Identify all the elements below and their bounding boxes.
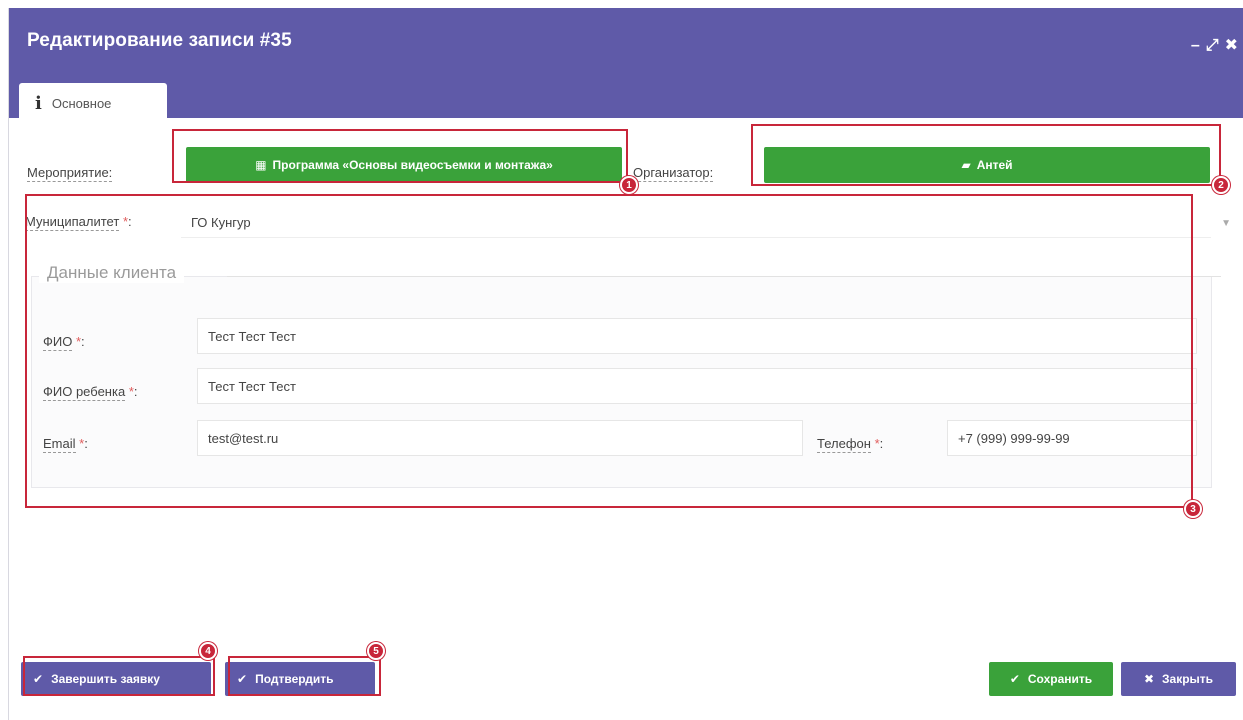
organizer-label-text: Организатор: bbox=[633, 165, 714, 182]
edit-record-window: Редактирование записи #35 – ⤢ ✖ i Основн… bbox=[8, 8, 1243, 720]
minimize-icon[interactable]: – bbox=[1191, 38, 1200, 54]
save-button[interactable]: ✔ Сохранить bbox=[989, 662, 1113, 696]
callout-badge-4: 4 bbox=[199, 642, 217, 660]
callout-badge-2: 2 bbox=[1212, 176, 1230, 194]
maximize-icon[interactable]: ⤢ bbox=[1206, 38, 1219, 54]
tab-main[interactable]: i Основное bbox=[19, 83, 167, 123]
event-label: Мероприятие: bbox=[27, 165, 113, 182]
check-icon: ✔ bbox=[1009, 672, 1020, 686]
info-icon: i bbox=[35, 92, 42, 114]
close-label: Закрыть bbox=[1162, 672, 1214, 686]
event-label-text: Мероприятие: bbox=[27, 165, 113, 182]
callout-box-3 bbox=[25, 194, 1193, 508]
callout-box-2 bbox=[751, 124, 1221, 186]
close-icon[interactable]: ✖ bbox=[1225, 38, 1238, 54]
window-title: Редактирование записи #35 bbox=[27, 30, 292, 51]
close-button[interactable]: ✖ Закрыть bbox=[1121, 662, 1236, 696]
close-x-icon: ✖ bbox=[1143, 672, 1155, 686]
organizer-label: Организатор: bbox=[633, 165, 714, 182]
callout-badge-3: 3 bbox=[1184, 500, 1202, 518]
window-controls: – ⤢ ✖ bbox=[1191, 38, 1238, 54]
callout-badge-1: 1 bbox=[620, 176, 638, 194]
chevron-down-icon[interactable]: ▼ bbox=[1221, 218, 1231, 229]
callout-box-5 bbox=[228, 656, 381, 696]
callout-box-4 bbox=[23, 656, 215, 696]
tab-main-label: Основное bbox=[51, 95, 112, 111]
callout-badge-5: 5 bbox=[367, 642, 385, 660]
window-titlebar: Редактирование записи #35 – ⤢ ✖ i Основн… bbox=[9, 8, 1243, 123]
callout-box-1 bbox=[172, 129, 628, 183]
save-label: Сохранить bbox=[1027, 672, 1093, 686]
